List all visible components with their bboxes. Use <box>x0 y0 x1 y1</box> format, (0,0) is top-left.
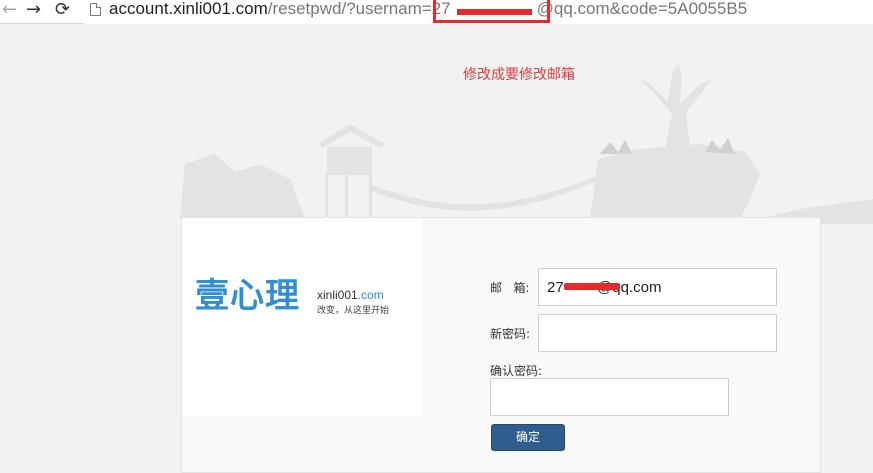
redaction-mark <box>457 9 532 15</box>
logo-panel: 壹心理 xinli001.com 改变，从这里开始 <box>182 218 422 416</box>
logo-domain-tld: .com <box>357 288 384 302</box>
forward-arrow-icon[interactable]: → <box>26 0 41 20</box>
back-arrow-icon[interactable]: ← <box>2 0 17 20</box>
logo-domain-name: xinli001 <box>317 288 358 302</box>
page-icon <box>90 3 101 16</box>
new-password-field[interactable] <box>538 314 777 352</box>
url-rest: @qq.com&code=5A0055B5 <box>536 0 748 18</box>
logo-domain: xinli001.com <box>317 288 384 302</box>
url-host: account.xinli001.com <box>109 0 268 18</box>
background-illustration <box>180 64 873 224</box>
logo-wordmark: 壹心理 <box>195 276 300 316</box>
confirm-password-field[interactable] <box>490 378 729 416</box>
email-label: 邮 箱: <box>490 281 530 295</box>
email-redaction-mark <box>564 283 620 290</box>
confirm-password-label: 确认密码: <box>490 364 543 378</box>
red-highlight-box <box>433 0 550 23</box>
submit-button[interactable]: 确定 <box>491 424 565 451</box>
new-password-label: 新密码: <box>490 327 531 341</box>
browser-toolbar: ← → ⟳ account.xinli001.com/resetpwd/?use… <box>0 0 873 24</box>
url-text: account.xinli001.com/resetpwd/?usernam=2… <box>109 0 747 20</box>
reload-icon[interactable]: ⟳ <box>55 0 70 20</box>
url-path: /resetpwd/?usernam <box>267 0 422 18</box>
annotation-text: 修改成要修改邮箱 <box>463 67 575 83</box>
logo-slogan: 改变，从这里开始 <box>317 306 390 316</box>
